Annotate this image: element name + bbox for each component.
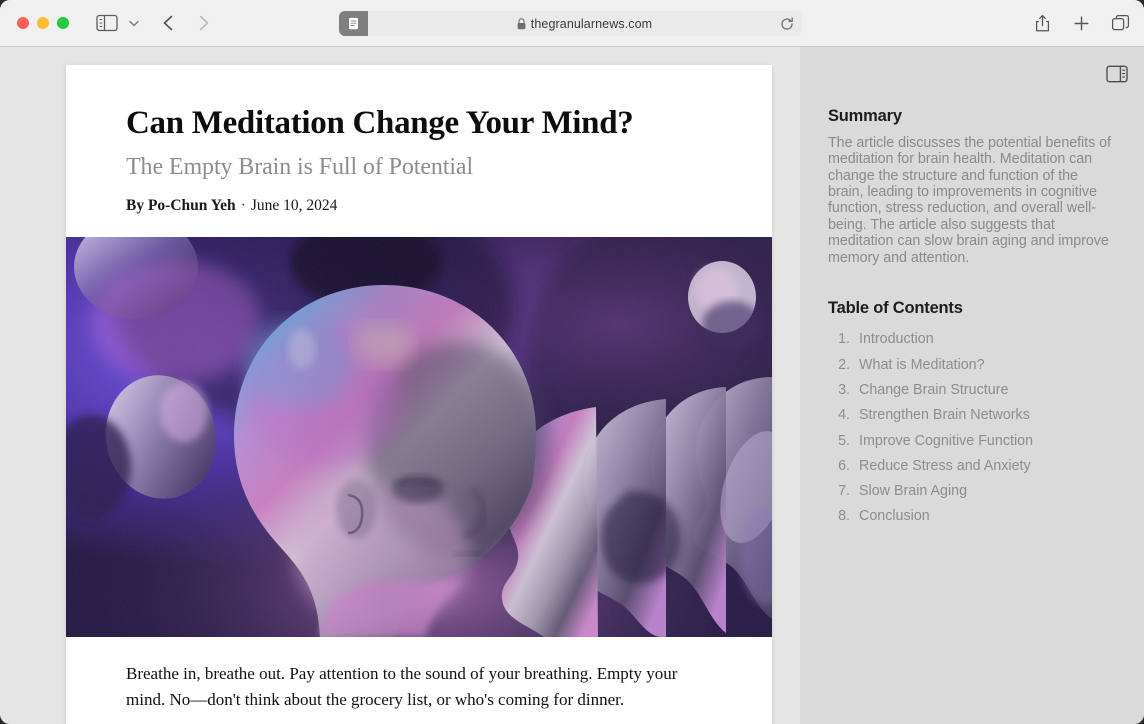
- toc-item-label: Conclusion: [859, 508, 930, 525]
- page-title: Can Meditation Change Your Mind?: [126, 105, 634, 141]
- sidebar-icon[interactable]: [96, 14, 118, 32]
- byline-date: June 10, 2024: [250, 196, 338, 214]
- toc-item-label: Slow Brain Aging: [859, 483, 968, 500]
- toc-item-label: Strengthen Brain Networks: [859, 407, 1030, 424]
- url-text: thegranularnews.com: [530, 16, 653, 31]
- window-controls: [17, 17, 69, 29]
- summary-sidebar: Summary The article discusses the potent…: [800, 47, 1144, 724]
- article-card: Can Meditation Change Your Mind? The Emp…: [66, 65, 772, 724]
- toc-item[interactable]: Improve Cognitive Function: [828, 428, 1116, 453]
- browser-toolbar: thegranularnews.com: [0, 0, 1144, 47]
- summary-text: The article discusses the potential bene…: [828, 135, 1111, 266]
- toc-item-label: What is Meditation?: [859, 356, 985, 373]
- minimize-button[interactable]: [37, 17, 49, 29]
- toc-item[interactable]: Change Brain Structure: [828, 377, 1116, 402]
- forward-button[interactable]: [193, 13, 213, 33]
- zoom-button[interactable]: [57, 17, 69, 29]
- url-input[interactable]: thegranularnews.com: [367, 11, 802, 36]
- byline-separator: ·: [240, 196, 246, 214]
- sidebar-right-icon[interactable]: [1106, 65, 1128, 83]
- article-header: Can Meditation Change Your Mind? The Emp…: [66, 65, 772, 237]
- toc-item-label: Change Brain Structure: [859, 381, 1009, 398]
- article-subhead: The Empty Brain is Full of Potential: [126, 153, 474, 180]
- toc-title: Table of Contents: [828, 298, 963, 317]
- back-button[interactable]: [159, 13, 179, 33]
- reload-icon[interactable]: [780, 16, 794, 31]
- toc-item-label: Reduce Stress and Anxiety: [859, 457, 1031, 474]
- toc-item-label: Improve Cognitive Function: [859, 432, 1034, 449]
- article-body-paragraph: Breathe in, breathe out. Pay attention t…: [126, 663, 678, 709]
- toolbar-actions: [1033, 0, 1130, 47]
- toc-item[interactable]: What is Meditation?: [828, 352, 1116, 377]
- reader-mode-icon[interactable]: [339, 11, 368, 36]
- toc-item[interactable]: Reduce Stress and Anxiety: [828, 453, 1116, 478]
- lock-icon: [517, 17, 526, 29]
- page-content: Can Meditation Change Your Mind? The Emp…: [0, 47, 1144, 724]
- toc-item[interactable]: Introduction: [828, 327, 1116, 352]
- toc-item[interactable]: Slow Brain Aging: [828, 479, 1116, 504]
- chevron-down-icon[interactable]: [127, 16, 141, 30]
- toc-item[interactable]: Strengthen Brain Networks: [828, 403, 1116, 428]
- article-hero-image: [66, 236, 772, 637]
- byline-author: By Po-Chun Yeh: [126, 196, 236, 214]
- address-bar[interactable]: thegranularnews.com: [339, 11, 802, 36]
- toc-item[interactable]: Conclusion: [828, 504, 1116, 529]
- article-byline: By Po-Chun Yeh · June 10, 2024: [126, 197, 712, 215]
- table-of-contents: Introduction What is Meditation? Change Br…: [828, 327, 1116, 529]
- share-icon[interactable]: [1033, 14, 1052, 33]
- close-button[interactable]: [17, 17, 29, 29]
- browser-window: thegranularnews.com Can Meditation Chang…: [0, 0, 1144, 724]
- tab-overview-icon[interactable]: [1111, 14, 1130, 33]
- toc-item-label: Introduction: [859, 331, 934, 348]
- summary-title: Summary: [828, 107, 902, 125]
- plus-icon[interactable]: [1072, 14, 1091, 33]
